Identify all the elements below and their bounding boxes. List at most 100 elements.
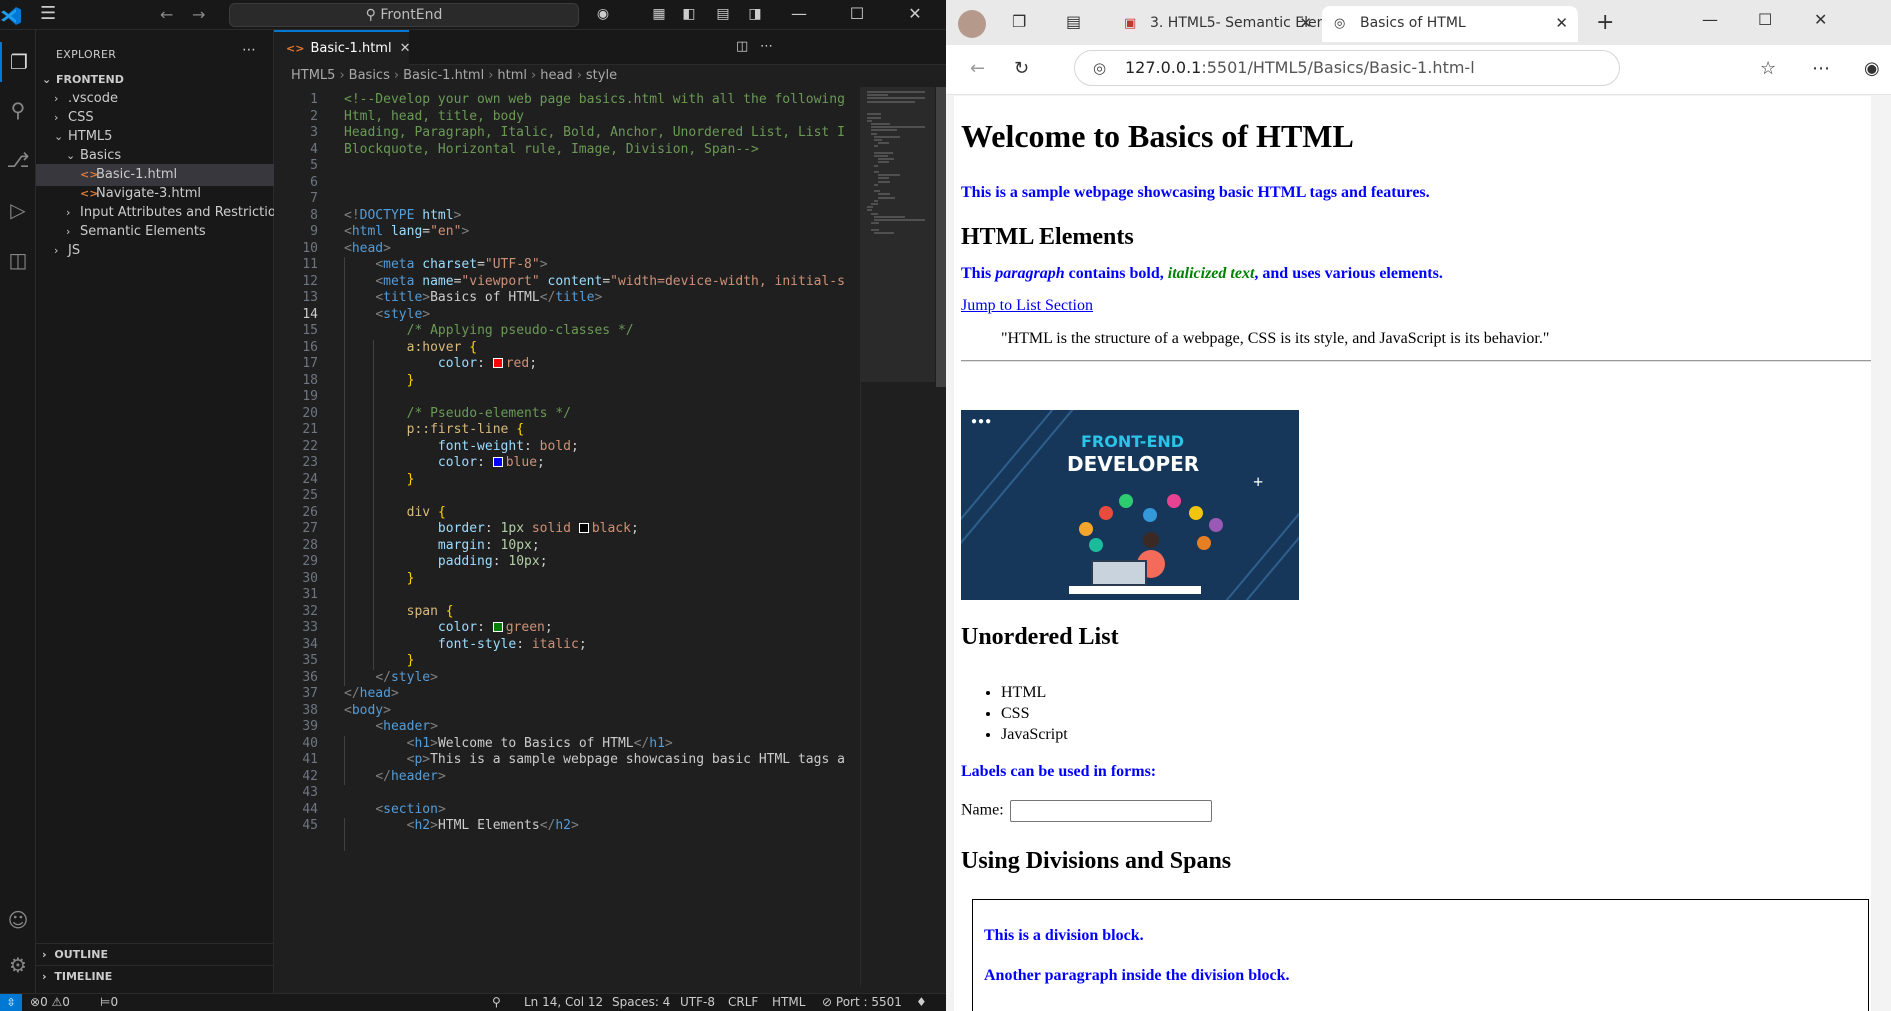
code-editor[interactable]: 1 <!--Develop your own web page basics.ht…	[274, 92, 860, 992]
list-item: HTML	[1001, 682, 1068, 703]
split-editor-icon[interactable]: ◫	[736, 39, 748, 54]
close-window-icon[interactable]: ✕	[1814, 10, 1827, 29]
code-token: }	[406, 653, 415, 668]
favorites-star-icon[interactable]: ☆	[1760, 58, 1776, 79]
breadcrumb-segment[interactable]: HTML5	[291, 68, 335, 83]
encoding[interactable]: UTF-8	[680, 994, 715, 1011]
live-server-port[interactable]: ⊘ Port : 5501	[822, 994, 902, 1011]
breadcrumb-segment[interactable]: head	[540, 68, 572, 83]
explorer-icon[interactable]: ❐	[0, 42, 36, 82]
minimize-icon[interactable]: —	[1702, 10, 1718, 29]
color-swatch-icon[interactable]	[492, 622, 503, 632]
toggle-sidebar-icon[interactable]: ◧	[680, 6, 698, 24]
browser-tab-semantic[interactable]: ▣ 3. HTML5- Semantic Elemen ✕	[1114, 6, 1322, 42]
more-actions-icon[interactable]: ⋯	[242, 42, 256, 58]
minimap-line	[877, 158, 894, 161]
minimize-icon[interactable]: —	[784, 4, 814, 26]
hamburger-menu-icon[interactable]: ☰	[40, 5, 64, 24]
code-line: 43	[274, 785, 860, 802]
color-swatch-icon[interactable]	[492, 358, 503, 368]
close-tab-icon[interactable]: ✕	[1555, 6, 1568, 40]
minimap-line	[874, 139, 883, 141]
copilot-icon[interactable]: ◉	[1864, 58, 1880, 79]
notifications-bell-icon[interactable]: ♦	[916, 994, 927, 1011]
command-center-search[interactable]: ⚲ FrontEnd	[229, 3, 579, 27]
back-icon[interactable]: ←	[970, 58, 985, 79]
zoom-icon[interactable]: ⚲	[492, 994, 501, 1011]
workspaces-icon[interactable]: ❐	[1012, 12, 1026, 31]
layout-icon[interactable]: ▦	[650, 6, 668, 24]
breadcrumb-segment[interactable]: Basics	[349, 68, 390, 83]
breadcrumb-segment[interactable]: Basic-1.html	[403, 68, 484, 83]
code-line: 39 <header>	[274, 719, 860, 736]
line-number: 42	[302, 768, 318, 784]
minimap-line	[870, 203, 878, 205]
profile-avatar[interactable]	[958, 10, 986, 38]
page-scrollbar[interactable]	[1871, 96, 1879, 1011]
maximize-icon[interactable]: ☐	[1758, 10, 1772, 29]
outline-section[interactable]: › OUTLINE	[36, 943, 274, 965]
code-token: margin	[437, 537, 485, 553]
run-debug-icon[interactable]: ▷	[0, 190, 36, 230]
refresh-icon[interactable]: ↻	[1014, 58, 1029, 79]
browser-tab-basics[interactable]: ◎ Basics of HTML ✕	[1322, 6, 1578, 42]
tree-item-label: CSS	[68, 110, 94, 125]
toggle-secondary-sidebar-icon[interactable]: ◨	[746, 6, 764, 24]
minimap-line	[874, 145, 879, 148]
close-tab-icon[interactable]: ✕	[1299, 6, 1312, 40]
more-menu-icon[interactable]: ⋯	[1812, 58, 1830, 79]
name-input[interactable]	[1009, 800, 1212, 822]
heading-unordered-list: Unordered List	[961, 624, 1119, 650]
copilot-icon[interactable]: ◉	[594, 6, 612, 24]
editor-scrollbar-thumb[interactable]	[936, 87, 946, 387]
breadcrumb-segment[interactable]: style	[586, 68, 617, 83]
code-token: >	[430, 818, 438, 833]
extensions-icon[interactable]: ◫	[0, 240, 36, 280]
search-view-icon[interactable]: ⚲	[0, 90, 36, 130]
page-heading: Welcome to Basics of HTML	[961, 118, 1354, 154]
ports-indicator[interactable]: ⊨0	[100, 994, 118, 1011]
tree-folder[interactable]: › JS	[36, 240, 274, 262]
code-line: 17 color: red;	[274, 356, 860, 373]
color-swatch-icon[interactable]	[578, 523, 589, 533]
indentation[interactable]: Spaces: 4	[612, 994, 670, 1011]
back-arrow-icon[interactable]: ←	[160, 5, 173, 24]
problems-indicator[interactable]: ⊗0 ⚠0	[30, 994, 70, 1011]
tab-actions-icon[interactable]: ▤	[1066, 12, 1081, 31]
timeline-section[interactable]: › TIMELINE	[36, 965, 274, 987]
account-icon[interactable]: ☺	[0, 900, 36, 940]
maximize-icon[interactable]: ☐	[842, 4, 872, 26]
editor-scrollbar[interactable]	[934, 87, 946, 987]
division-block: This is a division block. Another paragr…	[972, 899, 1869, 1011]
new-tab-icon[interactable]: +	[1596, 10, 1614, 35]
remote-indicator-icon[interactable]: ⇳	[0, 994, 22, 1011]
language-mode[interactable]: HTML	[772, 994, 805, 1011]
line-number: 40	[302, 735, 318, 751]
code-token: </	[633, 735, 650, 751]
jump-to-list-link[interactable]: Jump to List Section	[961, 297, 1093, 315]
code-line: 37 </head>	[274, 686, 860, 703]
color-swatch-icon[interactable]	[492, 457, 503, 467]
search-label: FrontEnd	[380, 7, 443, 23]
cursor-position[interactable]: Ln 14, Col 12	[524, 994, 603, 1011]
site-info-icon[interactable]: ◎	[1093, 51, 1106, 85]
ports-count: 0	[110, 995, 119, 1009]
close-tab-icon[interactable]: ✕	[400, 41, 411, 56]
source-control-icon[interactable]: ⎇	[0, 140, 36, 180]
close-icon[interactable]: ✕	[900, 4, 930, 26]
editor-more-icon[interactable]: ⋯	[760, 39, 773, 54]
end-of-line[interactable]: CRLF	[728, 994, 758, 1011]
breadcrumb-segment[interactable]: html	[497, 68, 527, 83]
toggle-panel-icon[interactable]: ▤	[714, 6, 732, 24]
settings-gear-icon[interactable]: ⚙	[0, 945, 36, 985]
code-text: <body>	[344, 703, 391, 720]
editor-tab-basic-1[interactable]: <> Basic-1.html ✕	[274, 30, 411, 65]
indent-guide	[344, 735, 345, 785]
code-token: ;	[544, 620, 553, 635]
code-token: color	[437, 455, 478, 470]
forward-arrow-icon[interactable]: →	[192, 5, 205, 24]
address-bar[interactable]: ◎ 127.0.0.1:5501/HTML5/Basics/Basic-1.ht…	[1074, 50, 1620, 86]
